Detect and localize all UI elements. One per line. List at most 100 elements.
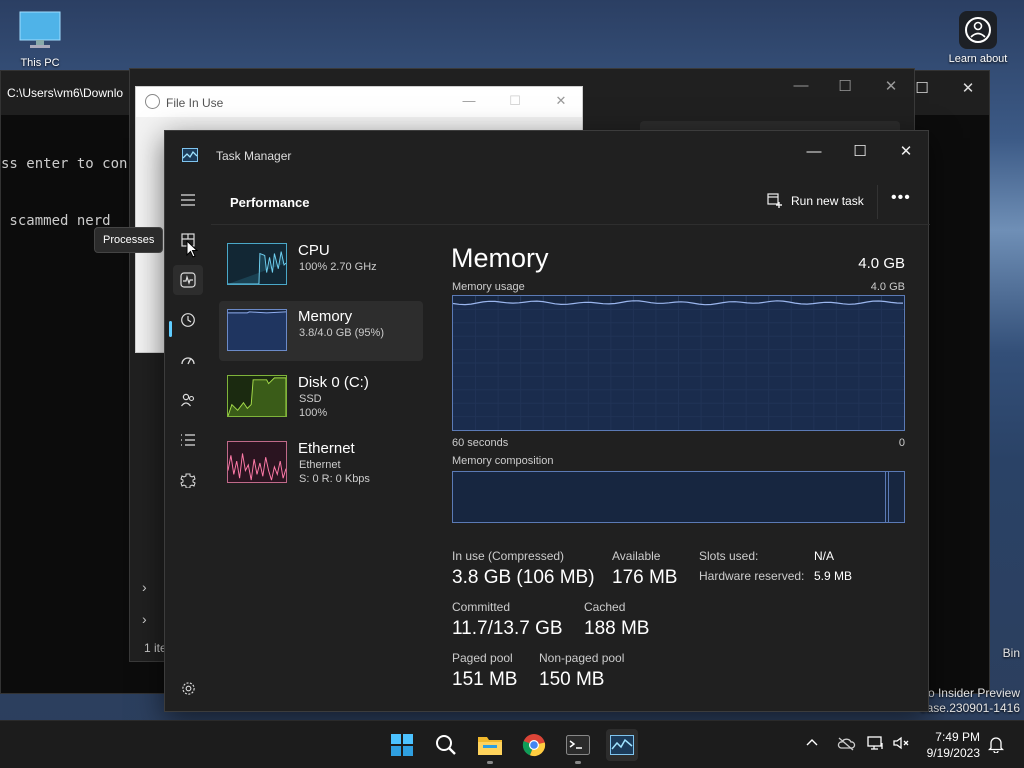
file-explorer-button[interactable] bbox=[474, 729, 506, 764]
page-title: Performance bbox=[230, 195, 310, 210]
desktop-icon-this-pc[interactable]: This PC bbox=[12, 10, 68, 69]
minimize-icon[interactable]: — bbox=[791, 137, 837, 167]
performance-list: CPU 100% 2.70 GHz Memory 3.8/4.0 GB (95%… bbox=[219, 235, 423, 499]
maximize-icon[interactable]: ☐ bbox=[500, 93, 530, 109]
perf-item-sub: 100% bbox=[299, 407, 328, 419]
stat-label: Non-paged pool bbox=[539, 651, 625, 665]
desktop-icon-learn-about-picture[interactable]: Learn about bbox=[938, 10, 1018, 65]
startup-apps-icon[interactable] bbox=[173, 345, 203, 375]
desktop-icon-label: This PC bbox=[20, 57, 60, 69]
composition-label: Memory composition bbox=[452, 455, 554, 467]
search-button[interactable] bbox=[430, 729, 462, 761]
app-history-icon[interactable] bbox=[173, 305, 203, 335]
dialog-titlebar[interactable]: File In Use — ☐ ✕ bbox=[136, 87, 582, 117]
stat-label: Cached bbox=[584, 600, 626, 614]
watermark-line: ease.230901-1416 bbox=[919, 701, 1020, 715]
volume-muted-icon[interactable] bbox=[892, 735, 912, 755]
chrome-button[interactable] bbox=[518, 729, 550, 761]
network-icon[interactable] bbox=[866, 735, 886, 755]
perf-item-name: Disk 0 (C:) bbox=[298, 374, 369, 391]
memory-composition-bar bbox=[452, 471, 905, 523]
perf-item-memory[interactable]: Memory 3.8/4.0 GB (95%) bbox=[219, 301, 423, 361]
task-manager-icon bbox=[182, 148, 198, 162]
active-indicator bbox=[169, 321, 172, 337]
stat-paged-pool: Paged pool 151 MB bbox=[452, 651, 517, 691]
stat-in-use: In use (Compressed) 3.8 GB (106 MB) bbox=[452, 549, 595, 589]
minimize-icon[interactable]: — bbox=[786, 77, 816, 94]
users-icon[interactable] bbox=[173, 385, 203, 415]
task-manager-taskbar-button[interactable] bbox=[606, 729, 638, 761]
nav-rail bbox=[165, 179, 211, 713]
run-new-task-button[interactable]: Run new task bbox=[767, 193, 864, 209]
stat-value: 150 MB bbox=[539, 669, 605, 690]
chevron-right-icon[interactable]: › bbox=[142, 611, 147, 627]
perf-item-sub: 100% 2.70 GHz bbox=[299, 261, 377, 273]
system-clock[interactable]: 7:49 PM 9/19/2023 bbox=[918, 729, 980, 761]
terminal-button[interactable] bbox=[562, 729, 594, 764]
settings-gear-icon[interactable] bbox=[173, 673, 203, 703]
stat-label: In use (Compressed) bbox=[452, 549, 565, 563]
stat-slots: Slots used: N/A Hardware reserved: 5.9 MB bbox=[699, 549, 909, 583]
perf-item-name: Memory bbox=[298, 308, 353, 325]
task-manager-titlebar[interactable]: Task Manager — ☐ ✕ bbox=[165, 131, 928, 179]
task-manager-window[interactable]: Task Manager — ☐ ✕ Performance Run new t… bbox=[164, 130, 930, 713]
onedrive-cloud-icon[interactable] bbox=[836, 735, 856, 755]
terminal-line: ss enter to con bbox=[1, 156, 128, 172]
perf-item-disk[interactable]: Disk 0 (C:) SSD 100% bbox=[219, 367, 423, 427]
windows-logo-icon bbox=[391, 734, 413, 756]
learn-about-picture-icon bbox=[959, 11, 997, 49]
maximize-icon[interactable]: ☐ bbox=[830, 77, 860, 95]
stat-label: Available bbox=[612, 549, 661, 563]
memory-usage-graph bbox=[452, 295, 905, 431]
terminal-icon bbox=[566, 735, 590, 755]
perf-item-name: Ethernet bbox=[298, 440, 355, 457]
hamburger-menu-icon[interactable] bbox=[173, 185, 203, 215]
close-icon[interactable]: ✕ bbox=[876, 77, 906, 95]
maximize-icon[interactable]: ☐ bbox=[837, 137, 883, 167]
perf-item-sub: S: 0 R: 0 Kbps bbox=[299, 473, 370, 485]
perf-item-cpu[interactable]: CPU 100% 2.70 GHz bbox=[219, 235, 423, 295]
run-new-task-icon bbox=[767, 193, 782, 208]
start-button[interactable] bbox=[386, 729, 418, 761]
stat-value: 5.9 MB bbox=[814, 569, 853, 583]
desktop-icon-label: Learn about bbox=[948, 53, 1008, 65]
notification-bell-icon[interactable] bbox=[987, 735, 1008, 755]
performance-icon[interactable] bbox=[173, 265, 203, 295]
stat-label: Slots used: bbox=[699, 549, 759, 563]
stat-value: 3.8 GB (106 MB) bbox=[452, 567, 595, 588]
usage-area bbox=[453, 300, 904, 430]
close-icon[interactable]: ✕ bbox=[883, 137, 929, 167]
stat-label: Hardware reserved: bbox=[699, 569, 805, 583]
detail-title: Memory bbox=[451, 243, 549, 273]
chevron-right-icon[interactable]: › bbox=[142, 579, 147, 595]
search-icon bbox=[436, 735, 456, 755]
more-options-icon[interactable]: ••• bbox=[891, 189, 911, 207]
detail-capacity: 4.0 GB bbox=[858, 255, 905, 272]
composition-in-use bbox=[453, 472, 886, 522]
stat-value: 151 MB bbox=[452, 669, 518, 690]
stat-value: N/A bbox=[814, 549, 835, 563]
taskbar: 7:49 PM 9/19/2023 bbox=[0, 720, 1024, 768]
stat-value: 188 MB bbox=[584, 618, 650, 639]
close-icon[interactable]: ✕ bbox=[546, 93, 576, 109]
perf-item-ethernet[interactable]: Ethernet Ethernet S: 0 R: 0 Kbps bbox=[219, 433, 423, 493]
x-axis-left-label: 60 seconds bbox=[452, 437, 509, 449]
stat-committed: Committed 11.7/13.7 GB bbox=[452, 600, 563, 640]
show-hidden-icons-chevron-up-icon[interactable] bbox=[804, 735, 824, 755]
stat-cached: Cached 188 MB bbox=[584, 600, 649, 640]
usage-max-label: 4.0 GB bbox=[870, 281, 905, 293]
dialog-title: File In Use bbox=[166, 96, 224, 110]
disk-thumbnail-graph bbox=[227, 375, 287, 417]
close-icon[interactable]: ✕ bbox=[953, 79, 983, 97]
perf-item-sub: 3.8/4.0 GB (95%) bbox=[299, 327, 384, 339]
monitor-icon bbox=[19, 11, 61, 48]
minimize-icon[interactable]: — bbox=[454, 93, 484, 108]
services-icon[interactable] bbox=[173, 465, 203, 495]
folder-icon bbox=[478, 737, 502, 755]
details-icon[interactable] bbox=[173, 425, 203, 455]
perf-item-sub: SSD bbox=[299, 393, 322, 405]
clock-date: 9/19/2023 bbox=[926, 746, 980, 760]
run-new-task-label: Run new task bbox=[791, 194, 864, 208]
window-title: Task Manager bbox=[216, 149, 292, 163]
chrome-icon bbox=[522, 734, 546, 757]
